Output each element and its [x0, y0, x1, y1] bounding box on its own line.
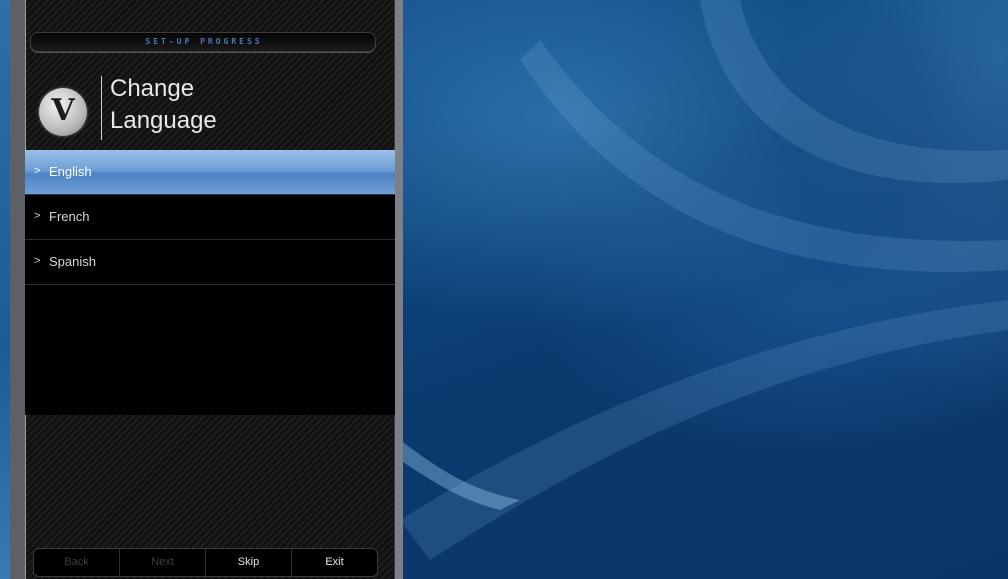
setup-progress-bar: SET-UP PROGRESS: [30, 32, 376, 52]
language-option-label: Spanish: [49, 254, 96, 269]
language-option-french[interactable]: > French: [25, 195, 395, 240]
vizio-logo: V: [39, 88, 87, 136]
title-divider: [101, 76, 102, 140]
language-option-spanish[interactable]: > Spanish: [25, 240, 395, 285]
chevron-right-icon: >: [34, 165, 41, 177]
navigation-button-bar: Back Next Skip Exit: [33, 548, 378, 577]
language-list: > English > French > Spanish: [25, 150, 395, 415]
chevron-right-icon: >: [34, 210, 41, 222]
setup-panel: SET-UP PROGRESS V Change Language > Engl…: [10, 0, 403, 579]
screen-left-edge: [0, 0, 10, 579]
page-title-line-1: Change: [110, 75, 195, 102]
logo-letter: V: [51, 93, 75, 128]
tv-screen: SET-UP PROGRESS V Change Language > Engl…: [0, 0, 1008, 579]
language-option-label: English: [49, 164, 92, 179]
page-title-line-2: Language: [110, 107, 217, 134]
skip-button[interactable]: Skip: [206, 549, 292, 576]
chevron-right-icon: >: [34, 255, 41, 267]
exit-button[interactable]: Exit: [292, 549, 377, 576]
language-option-label: French: [49, 209, 90, 224]
setup-progress-label: SET-UP PROGRESS: [145, 37, 263, 46]
language-option-english[interactable]: > English: [25, 150, 395, 195]
next-button[interactable]: Next: [120, 549, 206, 576]
back-button[interactable]: Back: [34, 549, 120, 576]
